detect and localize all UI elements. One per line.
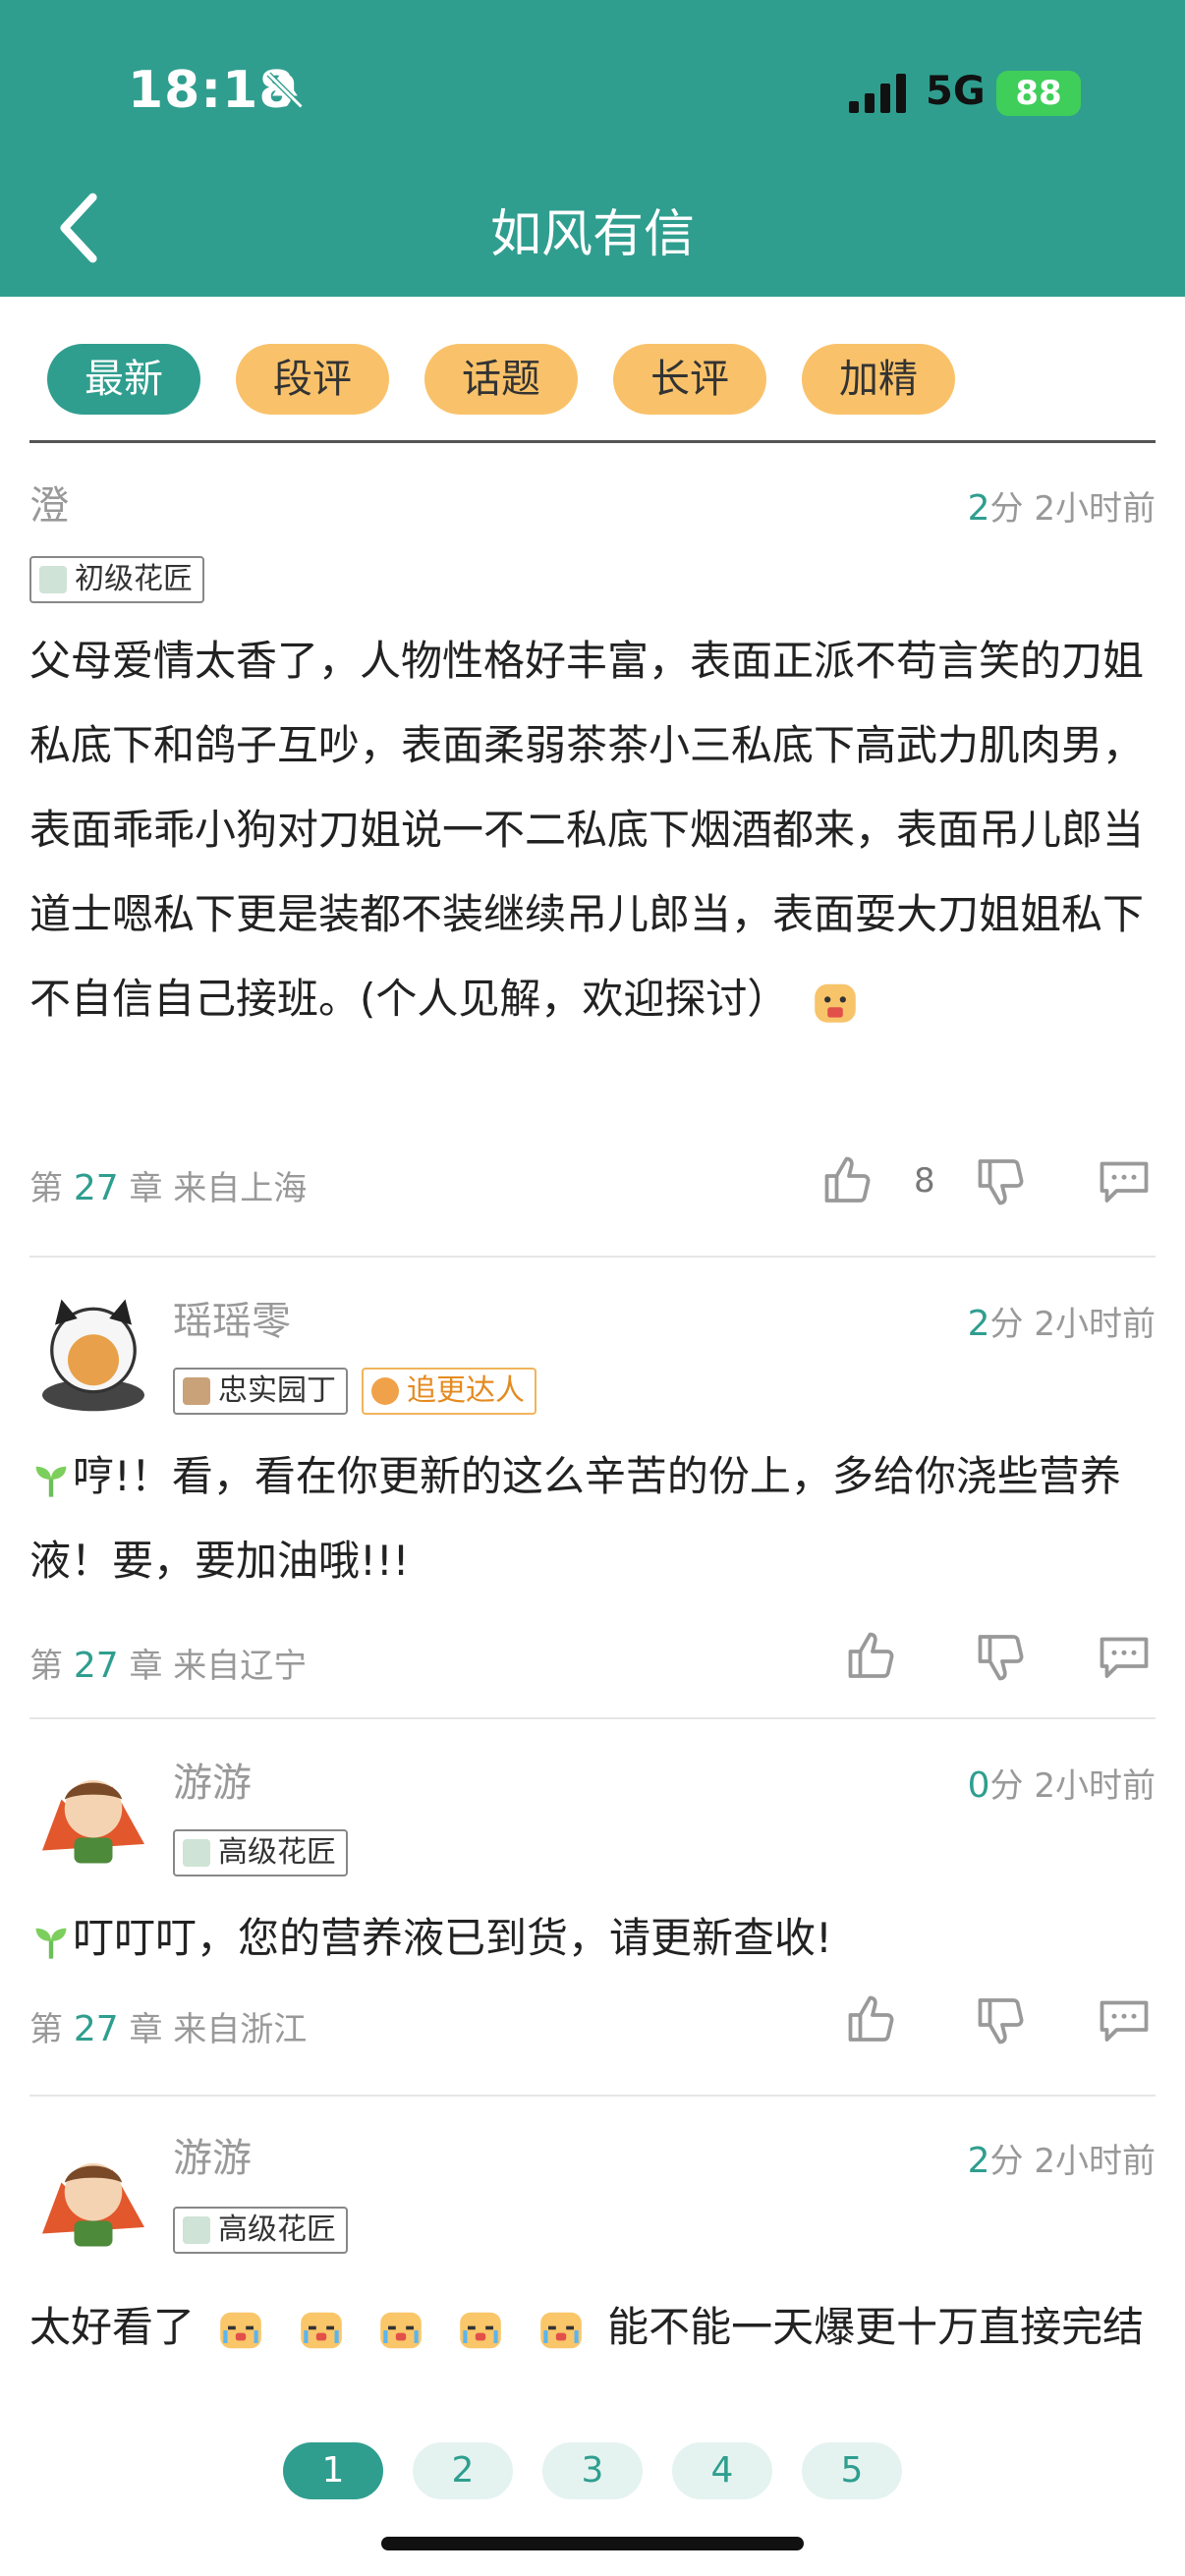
crying-face-emoji-icon bbox=[300, 2312, 342, 2348]
comment-score-time: 2分 2小时前 bbox=[968, 2134, 1156, 2182]
badge-icon bbox=[183, 1377, 210, 1405]
comment-divider bbox=[29, 2095, 1156, 2097]
comment-body: 哼!！看，看在你更新的这么辛苦的份上，多给你浇些营养液！要，要加油哦!!! bbox=[29, 1434, 1159, 1603]
user-badge: 初级花匠 bbox=[29, 556, 204, 603]
score-unit: 分 bbox=[989, 1766, 1024, 1806]
user-badge: 高级花匠 bbox=[173, 2207, 348, 2254]
chapter-location: 章 来自上海 bbox=[129, 1169, 308, 1208]
badge-label: 追更达人 bbox=[407, 1373, 525, 1408]
page-3-button[interactable]: 3 bbox=[542, 2442, 643, 2499]
comment-body: 父母爱情太香了，人物性格好丰富，表面正派不苟言笑的刀姐私底下和鸽子互吵，表面柔弱… bbox=[29, 619, 1159, 1041]
crying-face-emoji-icon bbox=[220, 2312, 262, 2348]
chapter-prefix: 第 bbox=[29, 1169, 63, 1208]
comment-text: 父母爱情太香了，人物性格好丰富，表面正派不苟言笑的刀姐私底下和鸽子互吵，表面柔弱… bbox=[29, 637, 1145, 1023]
page-1-button[interactable]: 1 bbox=[283, 2442, 383, 2499]
chapter-prefix: 第 bbox=[29, 2010, 63, 2049]
comment-time: 2小时前 bbox=[1034, 1766, 1156, 1806]
thumbs-up-icon[interactable] bbox=[819, 1151, 878, 1210]
comment-text-end: 能不能一天爆更十万直接完结 bbox=[607, 2303, 1145, 2351]
thumbs-down-icon[interactable] bbox=[973, 1627, 1032, 1686]
user-badge-orange: 追更达人 bbox=[362, 1368, 536, 1415]
page-2-button[interactable]: 2 bbox=[413, 2442, 513, 2499]
comment-divider bbox=[29, 1256, 1156, 1258]
comment-body: 太好看了 能不能一天爆更十万直接完结 bbox=[29, 2285, 1159, 2370]
chapter-number[interactable]: 27 bbox=[74, 1168, 119, 1208]
like-count: 8 bbox=[914, 1161, 935, 1201]
comment-body: 叮叮叮，您的营养液已到货，请更新查收! bbox=[29, 1896, 1159, 1981]
chapter-location: 章 来自浙江 bbox=[129, 2010, 308, 2049]
tab-paragraph-comments[interactable]: 段评 bbox=[236, 344, 389, 415]
page-5-button[interactable]: 5 bbox=[802, 2442, 902, 2499]
badge-label: 忠实园丁 bbox=[218, 1373, 336, 1408]
avatar[interactable] bbox=[29, 1293, 157, 1421]
commenter-name[interactable]: 游游 bbox=[173, 1751, 252, 1808]
home-indicator bbox=[381, 2537, 804, 2550]
score-unit: 分 bbox=[989, 489, 1024, 529]
comment-time: 2小时前 bbox=[1034, 1305, 1156, 1344]
bell-muted-icon bbox=[266, 72, 304, 109]
chapter-prefix: 第 bbox=[29, 1647, 63, 1686]
tab-long-reviews[interactable]: 长评 bbox=[613, 344, 766, 415]
commenter-name[interactable]: 游游 bbox=[173, 2126, 252, 2183]
thumbs-down-icon[interactable] bbox=[973, 1990, 1032, 2049]
score-value: 2 bbox=[967, 488, 990, 529]
tab-latest[interactable]: 最新 bbox=[47, 344, 200, 415]
signal-icon bbox=[849, 74, 906, 113]
sprout-icon bbox=[35, 1466, 67, 1497]
badge-icon bbox=[39, 566, 67, 593]
comment-score-time: 2分 2小时前 bbox=[968, 481, 1156, 530]
network-label: 5G bbox=[926, 69, 986, 114]
crying-face-emoji-icon bbox=[460, 2312, 502, 2348]
reply-bubble-icon[interactable] bbox=[1095, 1151, 1154, 1210]
score-value: 0 bbox=[967, 1765, 990, 1806]
crying-face-emoji-icon bbox=[540, 2312, 582, 2348]
score-value: 2 bbox=[967, 1304, 990, 1344]
score-unit: 分 bbox=[989, 1305, 1024, 1344]
bird-badge-icon bbox=[371, 1377, 399, 1405]
badge-label: 高级花匠 bbox=[218, 2212, 336, 2247]
cute-bear-emoji-icon bbox=[814, 983, 856, 1023]
thumbs-up-icon[interactable] bbox=[843, 1627, 902, 1686]
pagination-bar: 1 2 3 4 5 bbox=[0, 2409, 1185, 2576]
comment-meta: 第 27 章 来自浙江 bbox=[29, 2002, 307, 2050]
reply-bubble-icon[interactable] bbox=[1095, 1990, 1154, 2049]
comment-score-time: 2分 2小时前 bbox=[968, 1297, 1156, 1345]
tab-topics[interactable]: 话题 bbox=[424, 344, 578, 415]
user-badge: 高级花匠 bbox=[173, 1829, 348, 1876]
chapter-number[interactable]: 27 bbox=[74, 1646, 119, 1686]
reply-bubble-icon[interactable] bbox=[1095, 1627, 1154, 1686]
page-title: 如风有信 bbox=[489, 205, 695, 264]
comment-meta: 第 27 章 来自辽宁 bbox=[29, 1639, 307, 1687]
score-value: 2 bbox=[967, 2141, 990, 2181]
comment-meta: 第 27 章 来自上海 bbox=[29, 1161, 307, 1209]
page-4-button[interactable]: 4 bbox=[672, 2442, 772, 2499]
crying-face-emoji-icon bbox=[380, 2312, 422, 2348]
commenter-name[interactable]: 澄 bbox=[29, 474, 69, 531]
battery-level: 88 bbox=[996, 71, 1081, 116]
comment-text: 哼!！看，看在你更新的这么辛苦的份上，多给你浇些营养液！要，要加油哦!!! bbox=[29, 1452, 1121, 1585]
avatar[interactable] bbox=[29, 2138, 157, 2266]
badge-label: 初级花匠 bbox=[75, 562, 193, 596]
badge-label: 高级花匠 bbox=[218, 1835, 336, 1870]
sprout-icon bbox=[35, 1928, 67, 1959]
tabs-divider bbox=[29, 440, 1156, 443]
avatar[interactable] bbox=[29, 1755, 157, 1882]
comment-score-time: 0分 2小时前 bbox=[968, 1759, 1156, 1807]
comment-text-start: 太好看了 bbox=[29, 2303, 196, 2351]
tab-featured[interactable]: 加精 bbox=[802, 344, 955, 415]
comment-time: 2小时前 bbox=[1034, 489, 1156, 529]
chapter-number[interactable]: 27 bbox=[74, 2009, 119, 2049]
comment-text: 叮叮叮，您的营养液已到货，请更新查收! bbox=[73, 1914, 832, 1962]
badge-icon bbox=[183, 1839, 210, 1867]
chapter-location: 章 来自辽宁 bbox=[129, 1647, 308, 1686]
thumbs-up-icon[interactable] bbox=[843, 1990, 902, 2049]
badge-icon bbox=[183, 2216, 210, 2244]
commenter-name[interactable]: 瑶瑶零 bbox=[173, 1289, 291, 1346]
comment-divider bbox=[29, 1717, 1156, 1719]
comment-time: 2小时前 bbox=[1034, 2142, 1156, 2181]
app-header: 18:18 5G 88 如风有信 bbox=[0, 0, 1185, 297]
thumbs-down-icon[interactable] bbox=[973, 1151, 1032, 1210]
user-badge: 忠实园丁 bbox=[173, 1368, 348, 1415]
score-unit: 分 bbox=[989, 2142, 1024, 2181]
